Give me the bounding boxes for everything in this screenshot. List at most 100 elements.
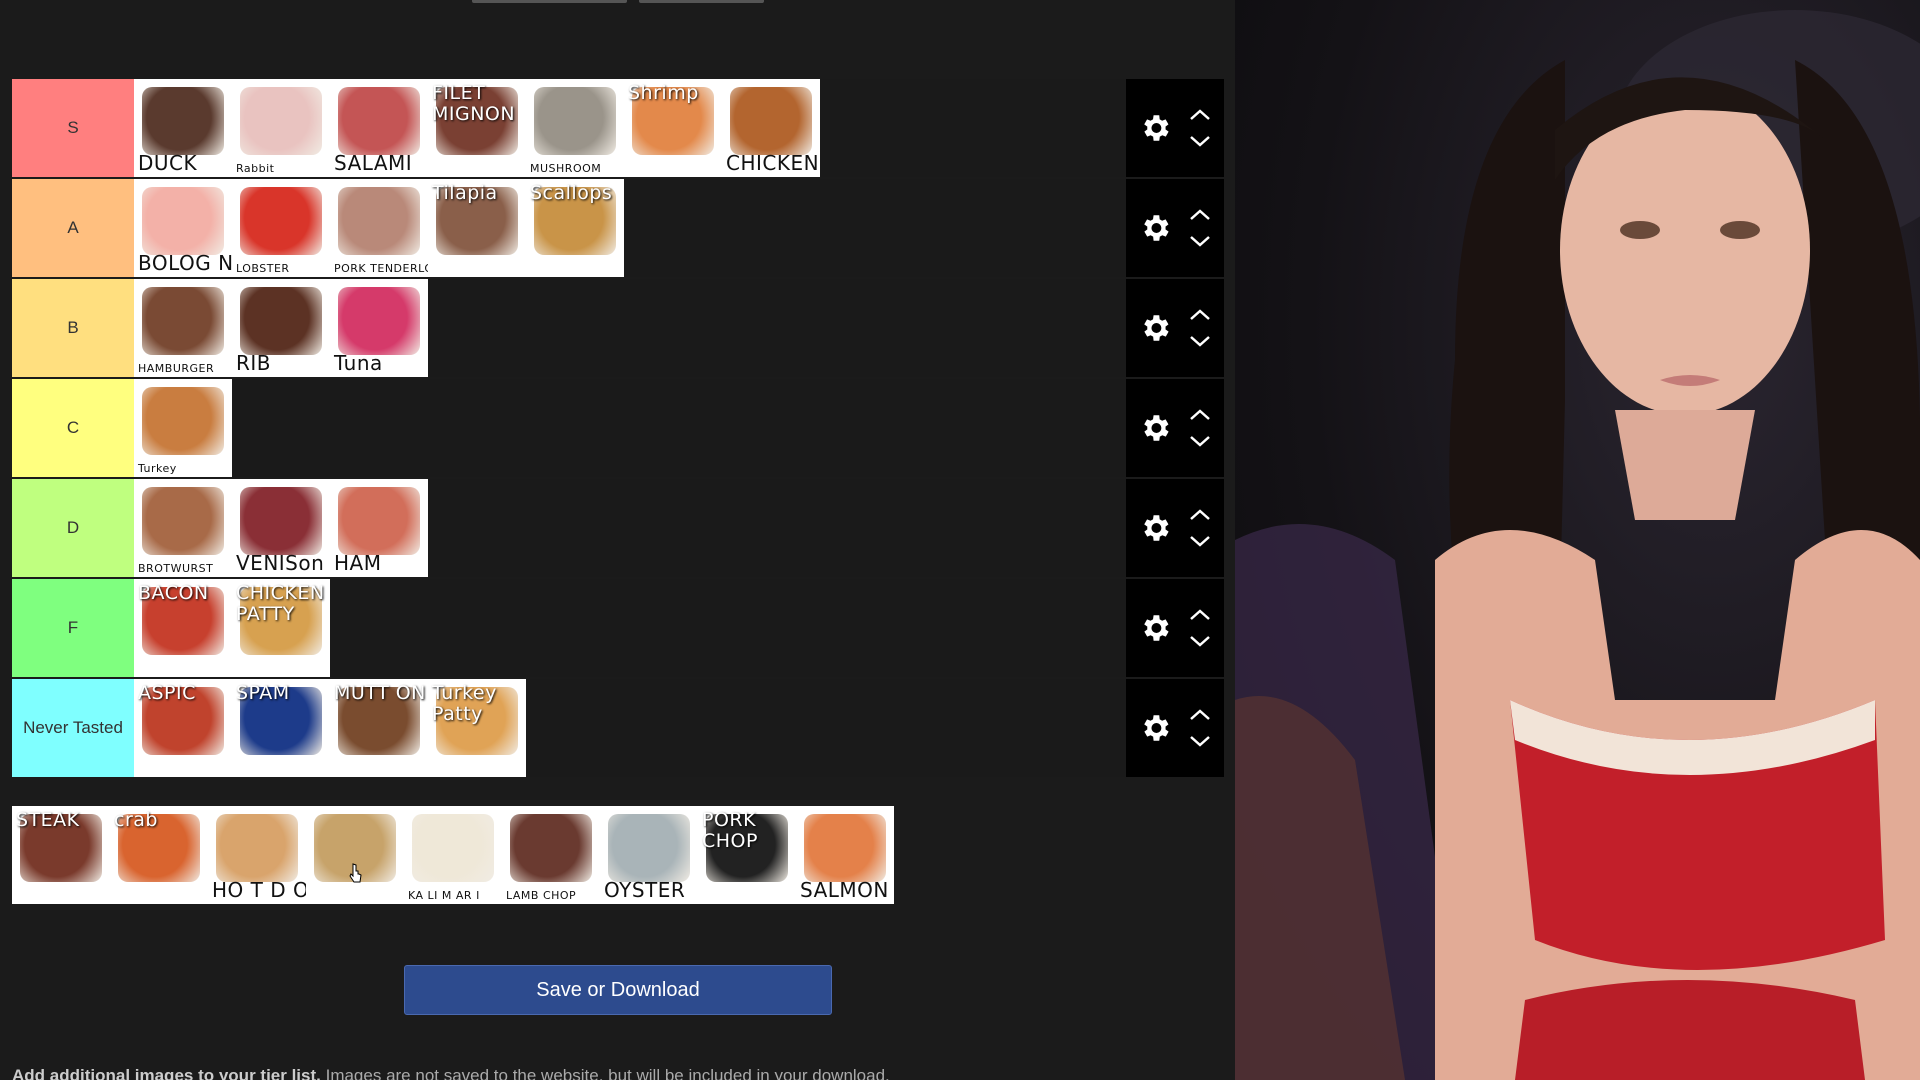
- tier-items[interactable]: Turkey: [134, 379, 1126, 477]
- tier-items[interactable]: DUCK Rabbit SALAMI FILET MIGNON MUSHROOM Shri…: [134, 79, 1126, 177]
- chevron-down-icon[interactable]: [1188, 534, 1212, 548]
- food-tile[interactable]: Turkey: [134, 379, 232, 477]
- food-image: [338, 187, 420, 255]
- food-tile[interactable]: SPAM: [232, 679, 330, 777]
- food-tile[interactable]: CHICKEN: [722, 79, 820, 177]
- gear-icon[interactable]: [1138, 511, 1172, 545]
- food-tile[interactable]: SALMON: [796, 806, 894, 904]
- food-tile[interactable]: Shrimp: [624, 79, 722, 177]
- chevron-down-icon[interactable]: [1188, 734, 1212, 748]
- tier-controls: [1126, 479, 1224, 577]
- tier-items[interactable]: BOLOG NA LOBSTER PORK TENDERLOIN Tilapia Sca…: [134, 179, 1126, 277]
- food-caption: RIB: [236, 351, 272, 375]
- chevron-up-icon[interactable]: [1188, 108, 1212, 122]
- food-tile[interactable]: HAM: [330, 479, 428, 577]
- food-tile[interactable]: Tilapia: [428, 179, 526, 277]
- chevron-up-icon[interactable]: [1188, 408, 1212, 422]
- chevron-down-icon[interactable]: [1188, 234, 1212, 248]
- chevron-down-icon[interactable]: [1188, 134, 1212, 148]
- chevron-up-icon[interactable]: [1188, 508, 1212, 522]
- food-image: [338, 87, 420, 155]
- food-caption: VENISon: [236, 551, 325, 575]
- food-tile[interactable]: BOLOG NA: [134, 179, 232, 277]
- food-tile[interactable]: OYSTER: [600, 806, 698, 904]
- gear-icon[interactable]: [1138, 211, 1172, 245]
- add-images-note-bold: Add additional images to your tier list.: [12, 1066, 321, 1080]
- food-tile[interactable]: [306, 806, 404, 904]
- food-tile[interactable]: Scallops: [526, 179, 624, 277]
- food-caption: CHICKEN: [726, 151, 820, 175]
- food-tile[interactable]: PORK TENDERLOIN: [330, 179, 428, 277]
- food-image: [240, 487, 322, 555]
- chevron-down-icon[interactable]: [1188, 634, 1212, 648]
- tier-controls: [1126, 379, 1224, 477]
- food-tile[interactable]: HO T D OG: [208, 806, 306, 904]
- food-caption: BROTWURST: [138, 562, 214, 575]
- food-caption: ASPIC: [138, 682, 196, 704]
- food-tile[interactable]: BROTWURST: [134, 479, 232, 577]
- gear-icon[interactable]: [1138, 611, 1172, 645]
- tier-items[interactable]: HAMBURGER RIB Tuna: [134, 279, 1126, 377]
- food-tile[interactable]: LAMB CHOP: [502, 806, 600, 904]
- food-tile[interactable]: FILET MIGNON: [428, 79, 526, 177]
- tier-row: C Turkey: [12, 379, 1224, 477]
- food-caption: Rabbit: [236, 162, 275, 175]
- tier-items[interactable]: BROTWURST VENISon HAM: [134, 479, 1126, 577]
- top-toolbar-button[interactable]: [639, 0, 764, 3]
- gear-icon[interactable]: [1138, 111, 1172, 145]
- food-caption: PORK CHOP: [702, 809, 758, 852]
- food-tile[interactable]: PORK CHOP: [698, 806, 796, 904]
- gear-icon[interactable]: [1138, 411, 1172, 445]
- tier-move-arrows: [1188, 408, 1212, 448]
- tier-items[interactable]: ASPIC SPAM MUTT ON Turkey Patty: [134, 679, 1126, 777]
- mouse-cursor-icon: [349, 863, 362, 883]
- chevron-up-icon[interactable]: [1188, 308, 1212, 322]
- tier-label[interactable]: Never Tasted: [12, 679, 134, 777]
- chevron-down-icon[interactable]: [1188, 434, 1212, 448]
- food-tile[interactable]: Turkey Patty: [428, 679, 526, 777]
- gear-icon[interactable]: [1138, 311, 1172, 345]
- food-image: [240, 187, 322, 255]
- food-tile[interactable]: STEAK: [12, 806, 110, 904]
- tier-controls: [1126, 679, 1224, 777]
- food-image: [142, 487, 224, 555]
- tier-items[interactable]: BACON CHICKEN PATTY: [134, 579, 1126, 677]
- food-tile[interactable]: MUSHROOM: [526, 79, 624, 177]
- save-download-button[interactable]: Save or Download: [404, 965, 832, 1015]
- food-tile[interactable]: KA LI M AR I: [404, 806, 502, 904]
- gear-icon[interactable]: [1138, 711, 1172, 745]
- food-tile[interactable]: CHICKEN PATTY: [232, 579, 330, 677]
- food-tile[interactable]: MUTT ON: [330, 679, 428, 777]
- tier-controls: [1126, 79, 1224, 177]
- food-image: [142, 87, 224, 155]
- food-caption: MUSHROOM: [530, 162, 602, 175]
- food-tile[interactable]: LOBSTER: [232, 179, 330, 277]
- tier-label[interactable]: C: [12, 379, 134, 477]
- food-tile[interactable]: VENISon: [232, 479, 330, 577]
- food-tile[interactable]: crab: [110, 806, 208, 904]
- tier-move-arrows: [1188, 708, 1212, 748]
- chevron-up-icon[interactable]: [1188, 708, 1212, 722]
- food-tile[interactable]: BACON: [134, 579, 232, 677]
- food-caption: Tuna: [334, 351, 383, 375]
- food-tile[interactable]: HAMBURGER: [134, 279, 232, 377]
- chevron-down-icon[interactable]: [1188, 334, 1212, 348]
- food-tile[interactable]: Rabbit: [232, 79, 330, 177]
- food-image: [142, 187, 224, 255]
- top-toolbar-button[interactable]: [472, 0, 627, 3]
- tier-label[interactable]: D: [12, 479, 134, 577]
- tier-list-editor: S DUCK Rabbit SALAMI FILET MIGNON MUSHROOM Shr…: [0, 0, 1235, 1080]
- food-tile[interactable]: SALAMI: [330, 79, 428, 177]
- food-caption: Shrimp: [628, 82, 699, 104]
- tier-label[interactable]: S: [12, 79, 134, 177]
- tier-label[interactable]: A: [12, 179, 134, 277]
- food-caption: DUCK: [138, 151, 198, 175]
- chevron-up-icon[interactable]: [1188, 208, 1212, 222]
- tier-label[interactable]: F: [12, 579, 134, 677]
- food-tile[interactable]: ASPIC: [134, 679, 232, 777]
- food-tile[interactable]: DUCK: [134, 79, 232, 177]
- chevron-up-icon[interactable]: [1188, 608, 1212, 622]
- tier-label[interactable]: B: [12, 279, 134, 377]
- food-tile[interactable]: RIB: [232, 279, 330, 377]
- food-tile[interactable]: Tuna: [330, 279, 428, 377]
